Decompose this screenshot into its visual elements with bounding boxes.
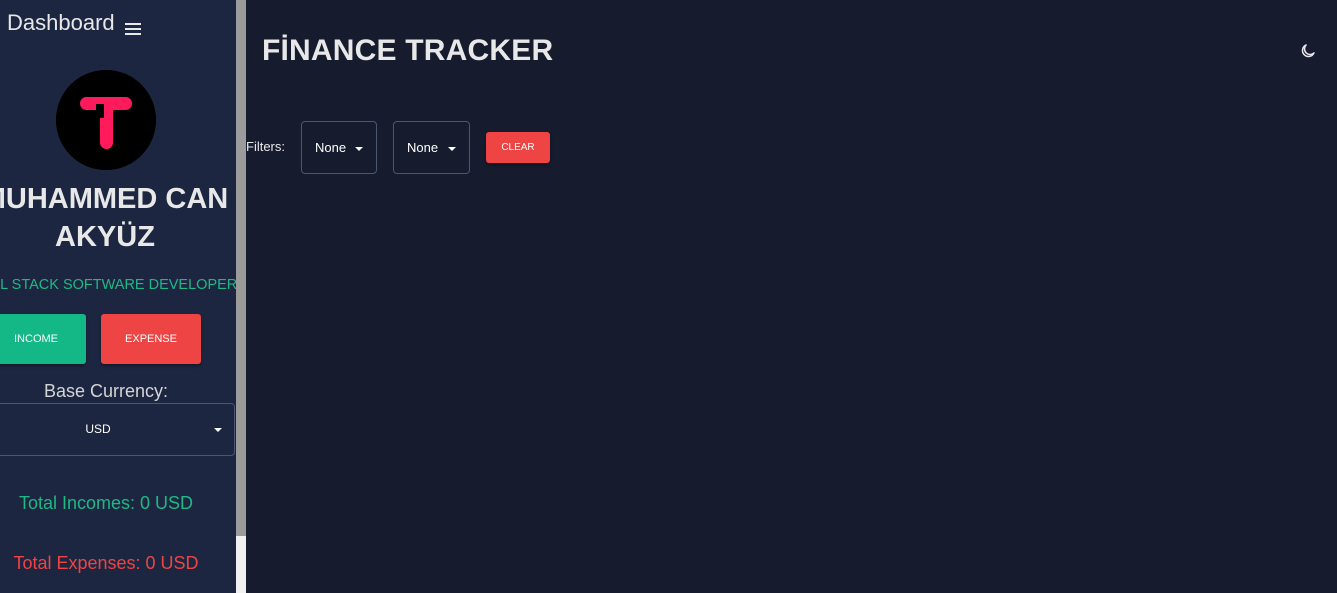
caret-down-icon [448, 147, 456, 151]
sidebar-scrollbar[interactable] [236, 0, 246, 593]
profile-name: MUHAMMED CAN AKYÜZ [0, 183, 229, 253]
total-incomes: Total Incomes: 0 USD [18, 493, 194, 513]
caret-down-icon [214, 428, 222, 432]
sidebar-header: Dashboard [7, 10, 141, 36]
scrollbar-thumb[interactable] [236, 0, 246, 536]
filter-select-2[interactable]: None [393, 121, 470, 174]
filter-1-value: None [315, 140, 347, 155]
sidebar-title: Dashboard [7, 10, 115, 35]
expense-button[interactable]: EXPENSE [101, 314, 201, 364]
base-currency-select[interactable]: USD [0, 403, 235, 456]
clear-button[interactable]: CLEAR [486, 132, 550, 163]
t-letter-logo-icon [56, 70, 156, 170]
avatar [56, 70, 156, 170]
filters-label: Filters: [246, 139, 285, 154]
caret-down-icon [355, 147, 363, 151]
main-content: FİNANCE TRACKER Filters: None None CLEAR [246, 0, 1337, 593]
total-expenses: Total Expenses: 0 USD [13, 553, 199, 573]
filter-2-value: None [407, 140, 439, 155]
page-title: FİNANCE TRACKER [262, 34, 554, 67]
filter-select-1[interactable]: None [301, 121, 377, 174]
income-button[interactable]: INCOME [0, 314, 86, 364]
moon-icon[interactable] [1299, 42, 1317, 60]
sidebar: Dashboard MUHAMMED CAN AKYÜZ FULL STACK … [0, 0, 236, 593]
base-currency-value: USD [85, 422, 111, 436]
base-currency-label: Base Currency: [43, 381, 169, 401]
app-root: Dashboard MUHAMMED CAN AKYÜZ FULL STACK … [0, 0, 1337, 593]
profile-role: FULL STACK SOFTWARE DEVELOPER [0, 277, 236, 293]
hamburger-menu-icon[interactable] [124, 16, 141, 35]
